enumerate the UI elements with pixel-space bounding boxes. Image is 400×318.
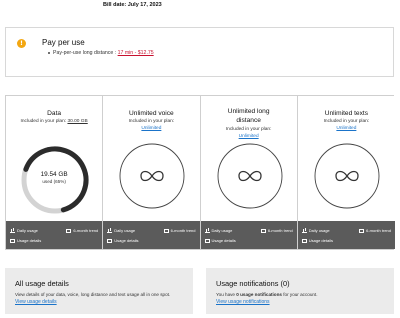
all-usage-title: All usage details (15, 279, 69, 288)
document-icon (204, 238, 210, 243)
usage-column-texts: Unlimited texts Included in your plan: U… (297, 96, 395, 249)
calendar-icon (66, 228, 72, 233)
notifications-card: Usage notifications (0) You have 0 usage… (206, 268, 394, 314)
all-usage-text: View details of your data, voice, long d… (15, 292, 171, 297)
daily-usage-link[interactable]: Daily usage (301, 228, 330, 233)
usage-details-link[interactable]: Usage details (301, 238, 333, 243)
plan-value: 30.00 GB (67, 119, 88, 124)
used-percent: used (65%) (42, 179, 66, 184)
view-usage-details-link[interactable]: View usage details (15, 299, 57, 305)
bullet-icon (48, 51, 50, 54)
plan-text: Included in your plan: 30.00 GB (6, 119, 102, 124)
usage-grid: Data Included in your plan: 30.00 GB 19.… (5, 95, 395, 250)
infinity-icon (217, 143, 282, 209)
usage-details-link[interactable]: Usage details (10, 238, 41, 243)
column-footer: Daily usage 6-month trend Usage details (200, 221, 297, 249)
bar-chart-icon (107, 228, 113, 233)
bar-chart-icon (301, 228, 307, 233)
column-title: Unlimited voice (129, 110, 174, 117)
column-footer: Daily usage 6-month trend Usage details (103, 221, 200, 249)
daily-usage-link[interactable]: Daily usage (107, 228, 135, 233)
calendar-icon (359, 228, 365, 233)
document-icon (107, 238, 113, 243)
column-footer: Daily usage 6-month trend Usage details (297, 221, 395, 249)
bar-chart-icon (204, 228, 210, 233)
plan-text: Included in your plan: (225, 127, 272, 132)
usage-column-voice: Unlimited voice Included in your plan: U… (103, 96, 201, 249)
bar-chart-icon (10, 228, 15, 233)
calendar-icon (163, 228, 169, 233)
pay-per-use-line: Pay-per-use long distance : 17 min - $12… (48, 50, 154, 56)
alert-icon: ! (17, 39, 26, 48)
trend-link[interactable]: 6-month trend (260, 228, 293, 233)
column-title: Unlimited long distance (227, 108, 270, 124)
document-icon (301, 238, 307, 243)
notifications-text: You have 0 usage notifications for your … (216, 292, 318, 297)
document-icon (10, 238, 15, 243)
usage-column-long-distance: Unlimited long distance Included in your… (200, 96, 298, 249)
daily-usage-link[interactable]: Daily usage (204, 228, 232, 233)
used-value: 19.54 GB (40, 171, 68, 178)
view-notifications-link[interactable]: View usage notifications (216, 299, 270, 305)
pay-per-use-label: Pay-per-use long distance : (53, 50, 117, 56)
trend-link[interactable]: 6-month trend (163, 228, 196, 233)
notifications-title: Usage notifications (0) (216, 279, 290, 288)
calendar-icon (260, 228, 266, 233)
usage-column-data: Data Included in your plan: 30.00 GB 19.… (6, 96, 104, 249)
pay-per-use-card: ! Pay per use Pay-per-use long distance … (5, 27, 394, 77)
infinity-icon (314, 143, 380, 209)
column-title: Data (47, 110, 62, 117)
infinity-icon (119, 143, 185, 209)
bill-date: Bill date: July 17, 2023 (103, 2, 162, 8)
trend-link[interactable]: 6-month trend (359, 228, 391, 233)
column-title: Unlimited texts (324, 110, 368, 117)
gauge-readout: 19.54 GB used (65%) (6, 171, 102, 184)
usage-details-link[interactable]: Usage details (204, 238, 236, 243)
plan-label: Included in your plan: (20, 119, 67, 124)
daily-usage-link[interactable]: Daily usage (10, 228, 38, 233)
pay-per-use-title: Pay per use (42, 38, 85, 47)
plan-text: Included in your plan: (323, 119, 370, 124)
plan-text: Included in your plan: (128, 119, 175, 124)
plan-unlimited-link[interactable]: Unlimited (201, 134, 297, 139)
plan-unlimited-link[interactable]: Unlimited (103, 126, 199, 131)
plan-unlimited-link[interactable]: Unlimited (298, 126, 395, 131)
trend-link[interactable]: 6-month trend (66, 228, 98, 233)
pay-per-use-link[interactable]: 17 min - $12.75 (118, 50, 154, 56)
column-footer: Daily usage 6-month trend Usage details (6, 221, 103, 249)
all-usage-card: All usage details View details of your d… (5, 268, 193, 314)
usage-details-link[interactable]: Usage details (107, 238, 139, 243)
